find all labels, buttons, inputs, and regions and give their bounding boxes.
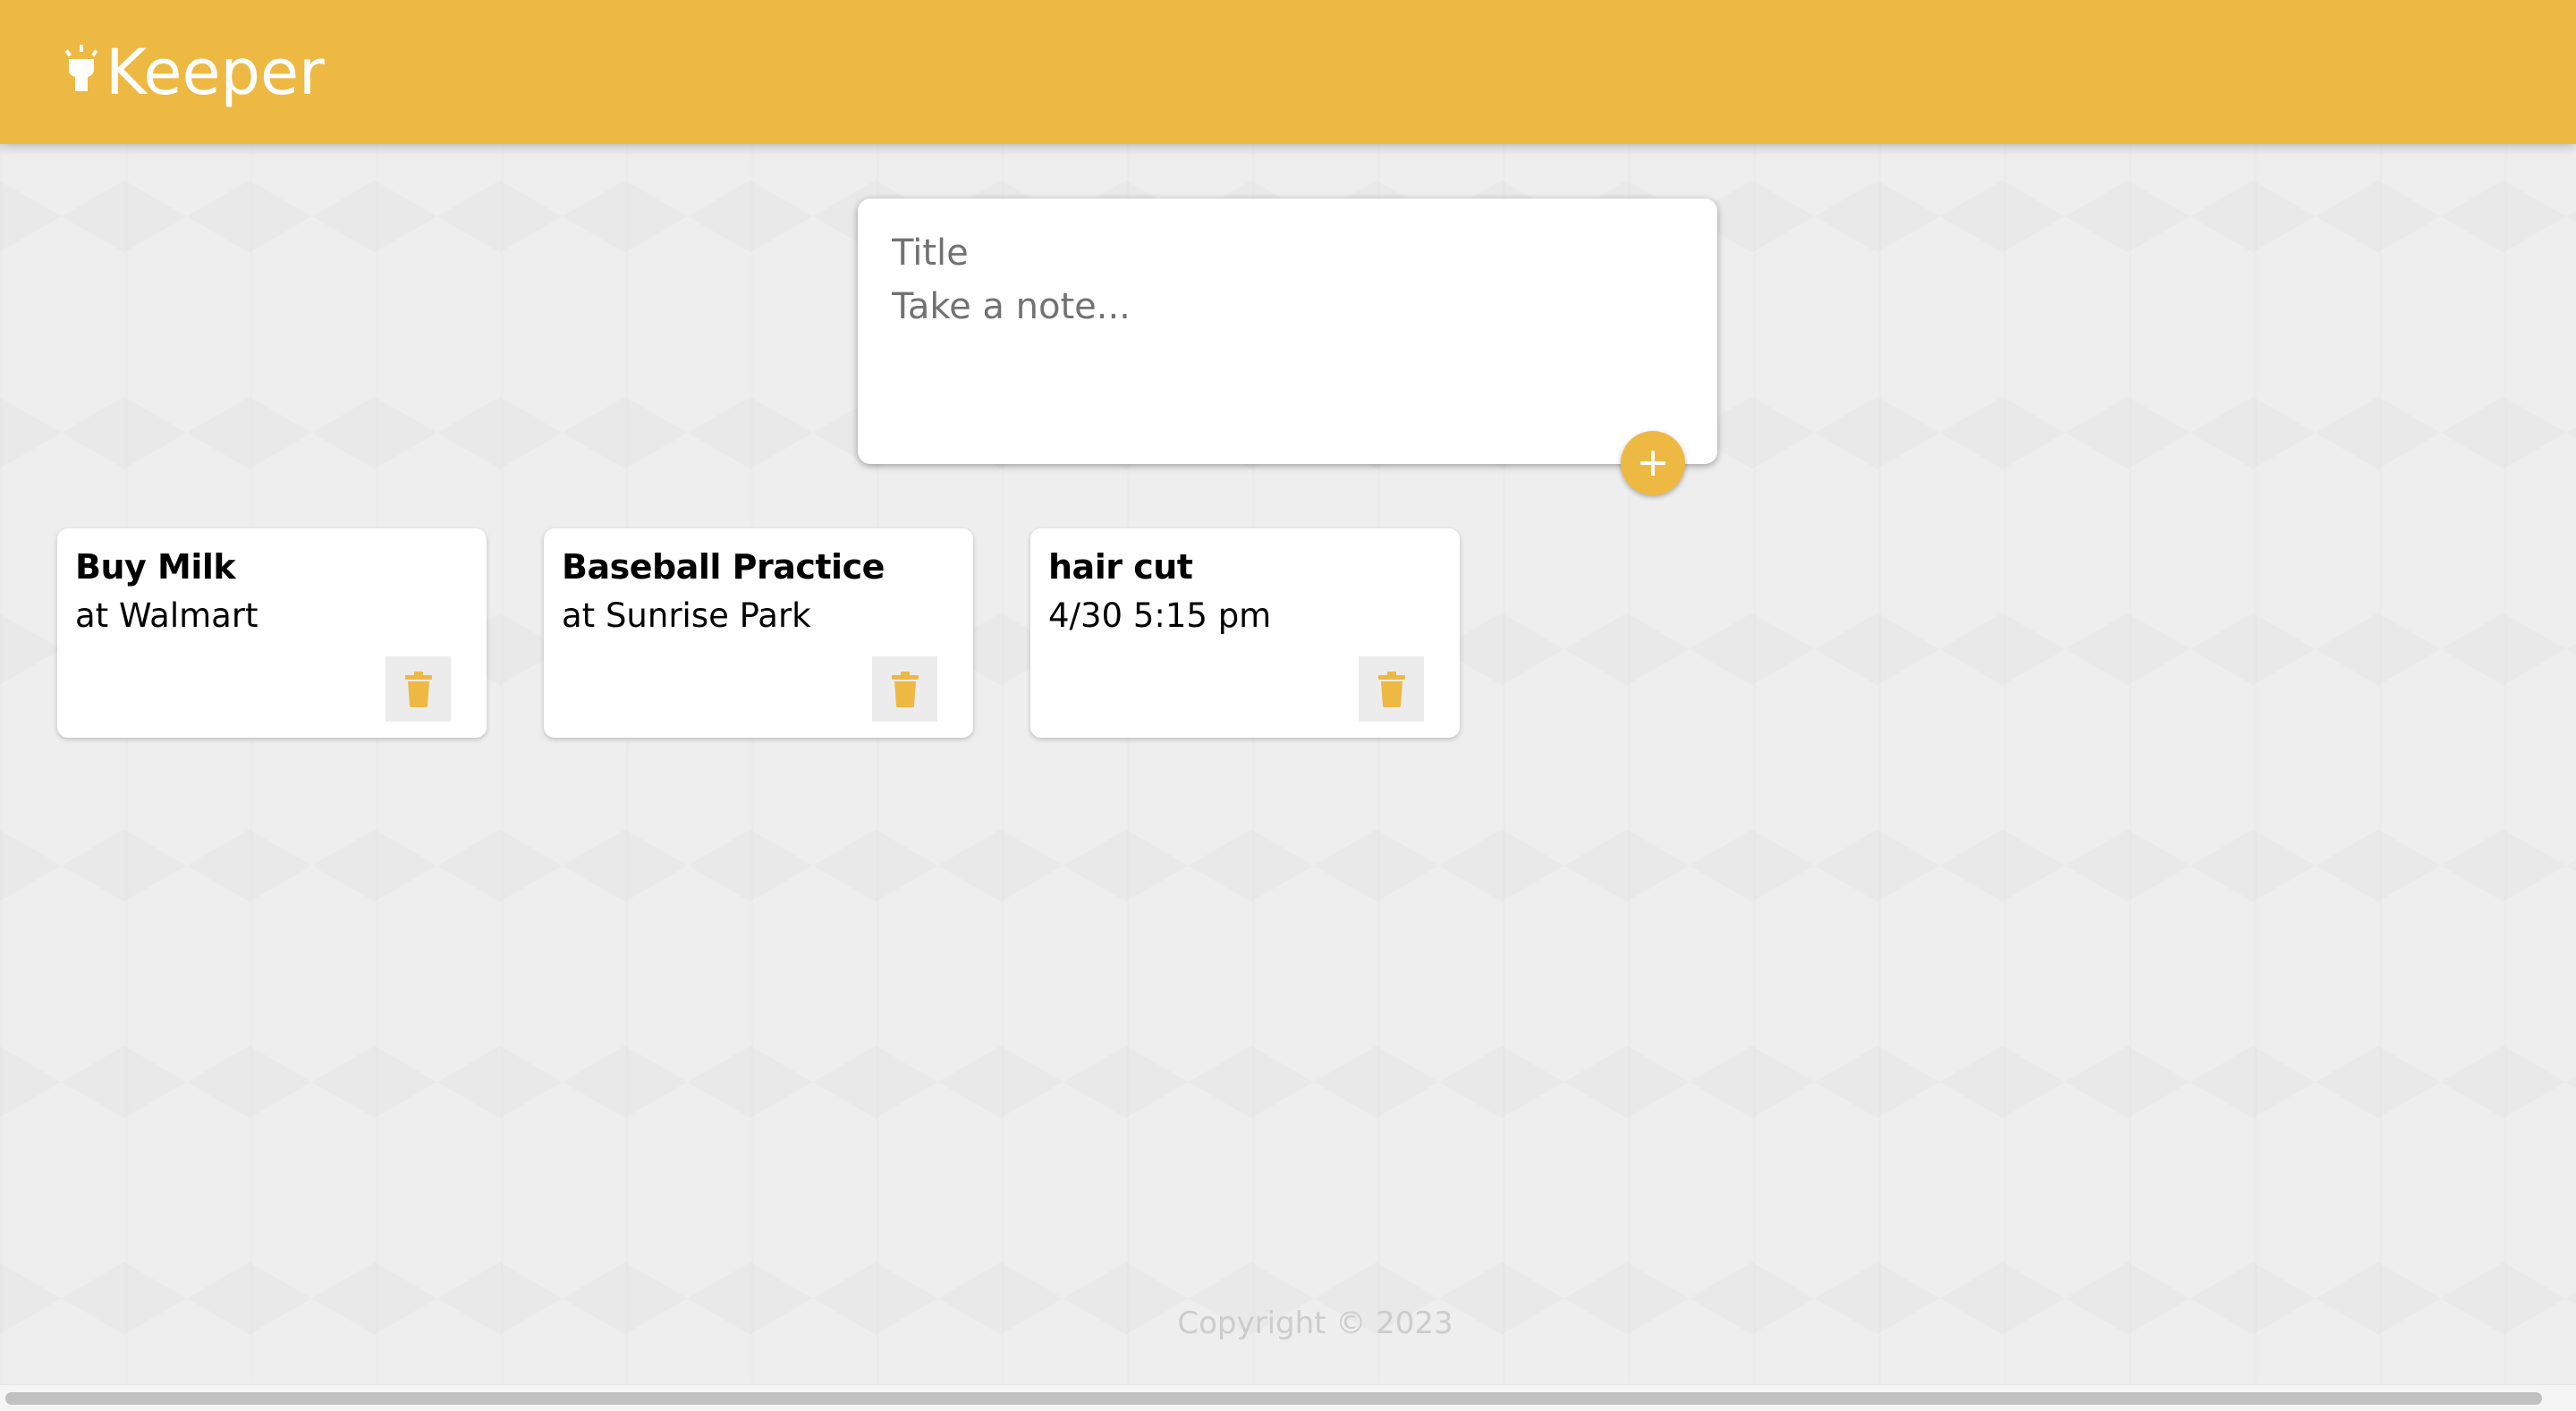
trash-icon bbox=[891, 671, 919, 707]
delete-note-button[interactable] bbox=[386, 656, 451, 722]
app-title: Keeper bbox=[106, 35, 325, 109]
footer: Copyright © 2023 bbox=[0, 1305, 2576, 1341]
horizontal-scrollbar[interactable] bbox=[0, 1384, 2576, 1411]
note-content: 4/30 5:15 pm bbox=[1048, 596, 1272, 635]
plus-icon bbox=[1640, 451, 1665, 476]
note-card: Baseball Practice at Sunrise Park bbox=[544, 528, 973, 738]
copyright-text: Copyright © 2023 bbox=[1177, 1305, 1453, 1341]
create-note-form bbox=[858, 199, 1717, 495]
note-content: at Sunrise Park bbox=[562, 596, 811, 635]
note-title: Baseball Practice bbox=[562, 547, 885, 587]
note-title: Buy Milk bbox=[75, 547, 236, 587]
lightbulb-icon bbox=[64, 44, 98, 91]
scrollbar-thumb[interactable] bbox=[5, 1392, 2542, 1405]
delete-note-button[interactable] bbox=[872, 656, 937, 722]
add-note-button[interactable] bbox=[1621, 431, 1685, 495]
delete-note-button[interactable] bbox=[1359, 656, 1424, 722]
note-content-input[interactable] bbox=[892, 286, 1683, 358]
note-content: at Walmart bbox=[75, 596, 258, 635]
note-card: Buy Milk at Walmart bbox=[57, 528, 487, 738]
note-title-input[interactable] bbox=[892, 232, 1683, 274]
app-header: Keeper bbox=[0, 0, 2576, 144]
note-title: hair cut bbox=[1048, 547, 1193, 587]
trash-icon bbox=[1377, 671, 1405, 707]
trash-icon bbox=[404, 671, 432, 707]
note-card: hair cut 4/30 5:15 pm bbox=[1030, 528, 1460, 738]
